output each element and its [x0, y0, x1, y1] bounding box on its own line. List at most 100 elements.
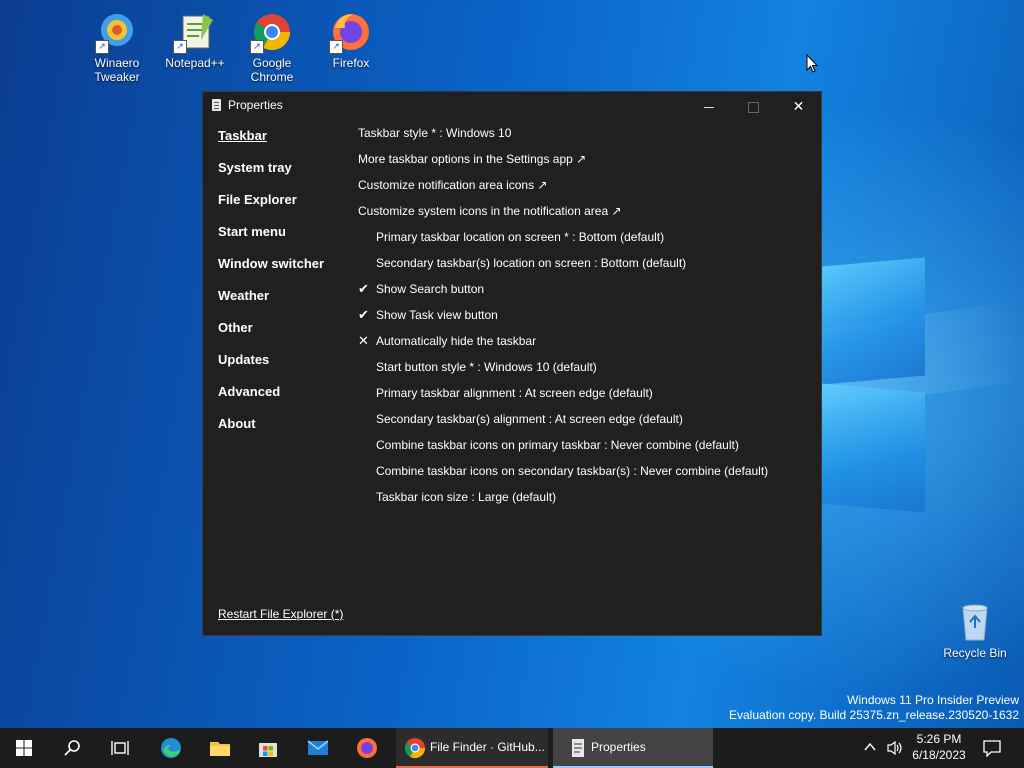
restart-file-explorer-link[interactable]: Restart File Explorer (*) — [218, 607, 343, 621]
nav-item-other[interactable]: Other — [218, 320, 358, 352]
windows-logo-icon — [16, 740, 32, 756]
taskbar-app-chrome[interactable]: File Finder · GitHub... — [396, 728, 548, 768]
store-icon — [259, 743, 277, 757]
mouse-cursor-icon — [806, 54, 818, 73]
setting-label: More taskbar options in the Settings app… — [358, 152, 587, 166]
setting-label: Combine taskbar icons on primary taskbar… — [376, 438, 739, 452]
setting-auto-hide-taskbar[interactable]: ✕ Automatically hide the taskbar — [358, 333, 818, 359]
setting-taskbar-style[interactable]: Taskbar style * : Windows 10 — [358, 125, 818, 151]
desktop-icon-label: Winaero Tweaker — [94, 56, 140, 84]
notification-center-button[interactable] — [978, 728, 1008, 768]
setting-customize-system-icons-link[interactable]: Customize system icons in the notificati… — [358, 203, 818, 229]
setting-label: Customize notification area icons ↗ — [358, 178, 548, 192]
sidebar-nav: Taskbar System tray File Explorer Start … — [218, 128, 358, 448]
setting-more-taskbar-options-link[interactable]: More taskbar options in the Settings app… — [358, 151, 818, 177]
setting-label: Show Task view button — [376, 308, 498, 322]
window-title: Properties — [228, 98, 283, 112]
app-document-icon — [212, 99, 221, 111]
desktop-icon-label: Recycle Bin — [943, 646, 1007, 660]
taskbar-app-label: Properties — [591, 740, 646, 754]
nav-item-file-explorer[interactable]: File Explorer — [218, 192, 358, 224]
taskbar-mail[interactable] — [294, 728, 342, 768]
winaero-tweaker-icon: ↗ — [95, 10, 139, 54]
setting-label: Secondary taskbar(s) location on screen … — [376, 256, 687, 270]
taskbar-app-properties[interactable]: Properties — [553, 728, 713, 768]
setting-combine-icons-primary[interactable]: Combine taskbar icons on primary taskbar… — [358, 437, 818, 463]
nav-item-weather[interactable]: Weather — [218, 288, 358, 320]
taskbar-firefox[interactable] — [343, 728, 391, 768]
taskbar-clock[interactable]: 5:26 PM 6/18/2023 — [905, 731, 973, 763]
desktop-icon-recycle-bin[interactable]: Recycle Bin — [938, 600, 1012, 660]
setting-secondary-taskbar-location[interactable]: Secondary taskbar(s) location on screen … — [358, 255, 818, 281]
desktop-icon-label: Notepad++ — [165, 56, 225, 70]
setting-start-button-style[interactable]: Start button style * : Windows 10 (defau… — [358, 359, 818, 385]
chrome-icon: ↗ — [250, 10, 294, 54]
setting-taskbar-icon-size[interactable]: Taskbar icon size : Large (default) — [358, 489, 818, 515]
setting-label: Start button style * : Windows 10 (defau… — [376, 360, 597, 374]
show-hidden-icons-button[interactable] — [860, 728, 880, 768]
desktop-icon-firefox[interactable]: ↗ Firefox — [316, 10, 386, 70]
setting-label: Combine taskbar icons on secondary taskb… — [376, 464, 769, 478]
checkmark-icon: ✔ — [358, 307, 369, 322]
clock-date: 6/18/2023 — [912, 748, 966, 762]
setting-primary-taskbar-location[interactable]: Primary taskbar location on screen * : B… — [358, 229, 818, 255]
logo-pane-top — [822, 257, 925, 385]
task-view-icon — [111, 741, 129, 755]
volume-button[interactable] — [884, 728, 906, 768]
firefox-icon: ↗ — [329, 10, 373, 54]
close-icon: ✕ — [792, 98, 805, 114]
setting-show-task-view-button[interactable]: ✔ Show Task view button — [358, 307, 818, 333]
mail-icon — [307, 740, 329, 755]
desktop-icon-label: Firefox — [332, 56, 370, 70]
start-button[interactable] — [0, 728, 48, 768]
setting-label: Primary taskbar location on screen * : B… — [376, 230, 665, 244]
folder-icon — [210, 742, 230, 756]
document-icon — [572, 739, 584, 757]
search-icon — [64, 740, 80, 756]
setting-label: Taskbar icon size : Large (default) — [376, 490, 557, 504]
firefox-icon — [357, 738, 377, 758]
setting-show-search-button[interactable]: ✔ Show Search button — [358, 281, 818, 307]
speaker-icon — [887, 740, 902, 756]
window-titlebar[interactable]: Properties ✕ — [203, 92, 821, 120]
nav-item-start-menu[interactable]: Start menu — [218, 224, 358, 256]
setting-label: Customize system icons in the notificati… — [358, 204, 622, 218]
setting-label: Show Search button — [376, 282, 485, 296]
taskbar-edge[interactable] — [147, 728, 195, 768]
setting-combine-icons-secondary[interactable]: Combine taskbar icons on secondary taskb… — [358, 463, 818, 489]
nav-item-taskbar[interactable]: Taskbar — [218, 128, 358, 160]
nav-item-updates[interactable]: Updates — [218, 352, 358, 384]
chrome-icon — [404, 738, 426, 759]
nav-item-about[interactable]: About — [218, 416, 358, 448]
taskbar-store[interactable] — [244, 728, 292, 768]
desktop-icon-notepadpp[interactable]: ↗ Notepad++ — [160, 10, 230, 70]
recycle-bin-icon — [953, 600, 997, 644]
maximize-icon — [748, 101, 759, 113]
notification-icon — [983, 740, 1001, 757]
watermark-line2: Evaluation copy. Build 25375.zn_release.… — [729, 708, 1019, 722]
setting-customize-notification-icons-link[interactable]: Customize notification area icons ↗ — [358, 177, 818, 203]
nav-item-window-switcher[interactable]: Window switcher — [218, 256, 358, 288]
clock-time: 5:26 PM — [916, 732, 962, 746]
task-view-button[interactable] — [96, 728, 144, 768]
notepadpp-icon: ↗ — [173, 10, 217, 54]
taskbar-file-explorer[interactable] — [196, 728, 244, 768]
checkmark-icon: ✔ — [358, 281, 369, 296]
close-button[interactable]: ✕ — [776, 92, 821, 120]
setting-label: Automatically hide the taskbar — [376, 334, 537, 348]
taskbar-app-label: File Finder · GitHub... — [430, 740, 545, 754]
setting-label: Primary taskbar alignment : At screen ed… — [376, 386, 653, 400]
search-button[interactable] — [48, 728, 96, 768]
maximize-button[interactable] — [731, 92, 776, 120]
nav-item-system-tray[interactable]: System tray — [218, 160, 358, 192]
nav-item-advanced[interactable]: Advanced — [218, 384, 358, 416]
minimize-button[interactable] — [686, 92, 731, 120]
setting-primary-taskbar-alignment[interactable]: Primary taskbar alignment : At screen ed… — [358, 385, 818, 411]
build-watermark: Windows 11 Pro Insider Preview Evaluatio… — [729, 693, 1019, 723]
desktop-icon-winaero-tweaker[interactable]: ↗ Winaero Tweaker — [82, 10, 152, 84]
edge-icon — [161, 738, 181, 758]
setting-label: Secondary taskbar(s) alignment : At scre… — [376, 412, 683, 426]
setting-secondary-taskbar-alignment[interactable]: Secondary taskbar(s) alignment : At scre… — [358, 411, 818, 437]
desktop-icon-google-chrome[interactable]: ↗ Google Chrome — [237, 10, 307, 84]
chevron-up-icon — [864, 742, 876, 751]
